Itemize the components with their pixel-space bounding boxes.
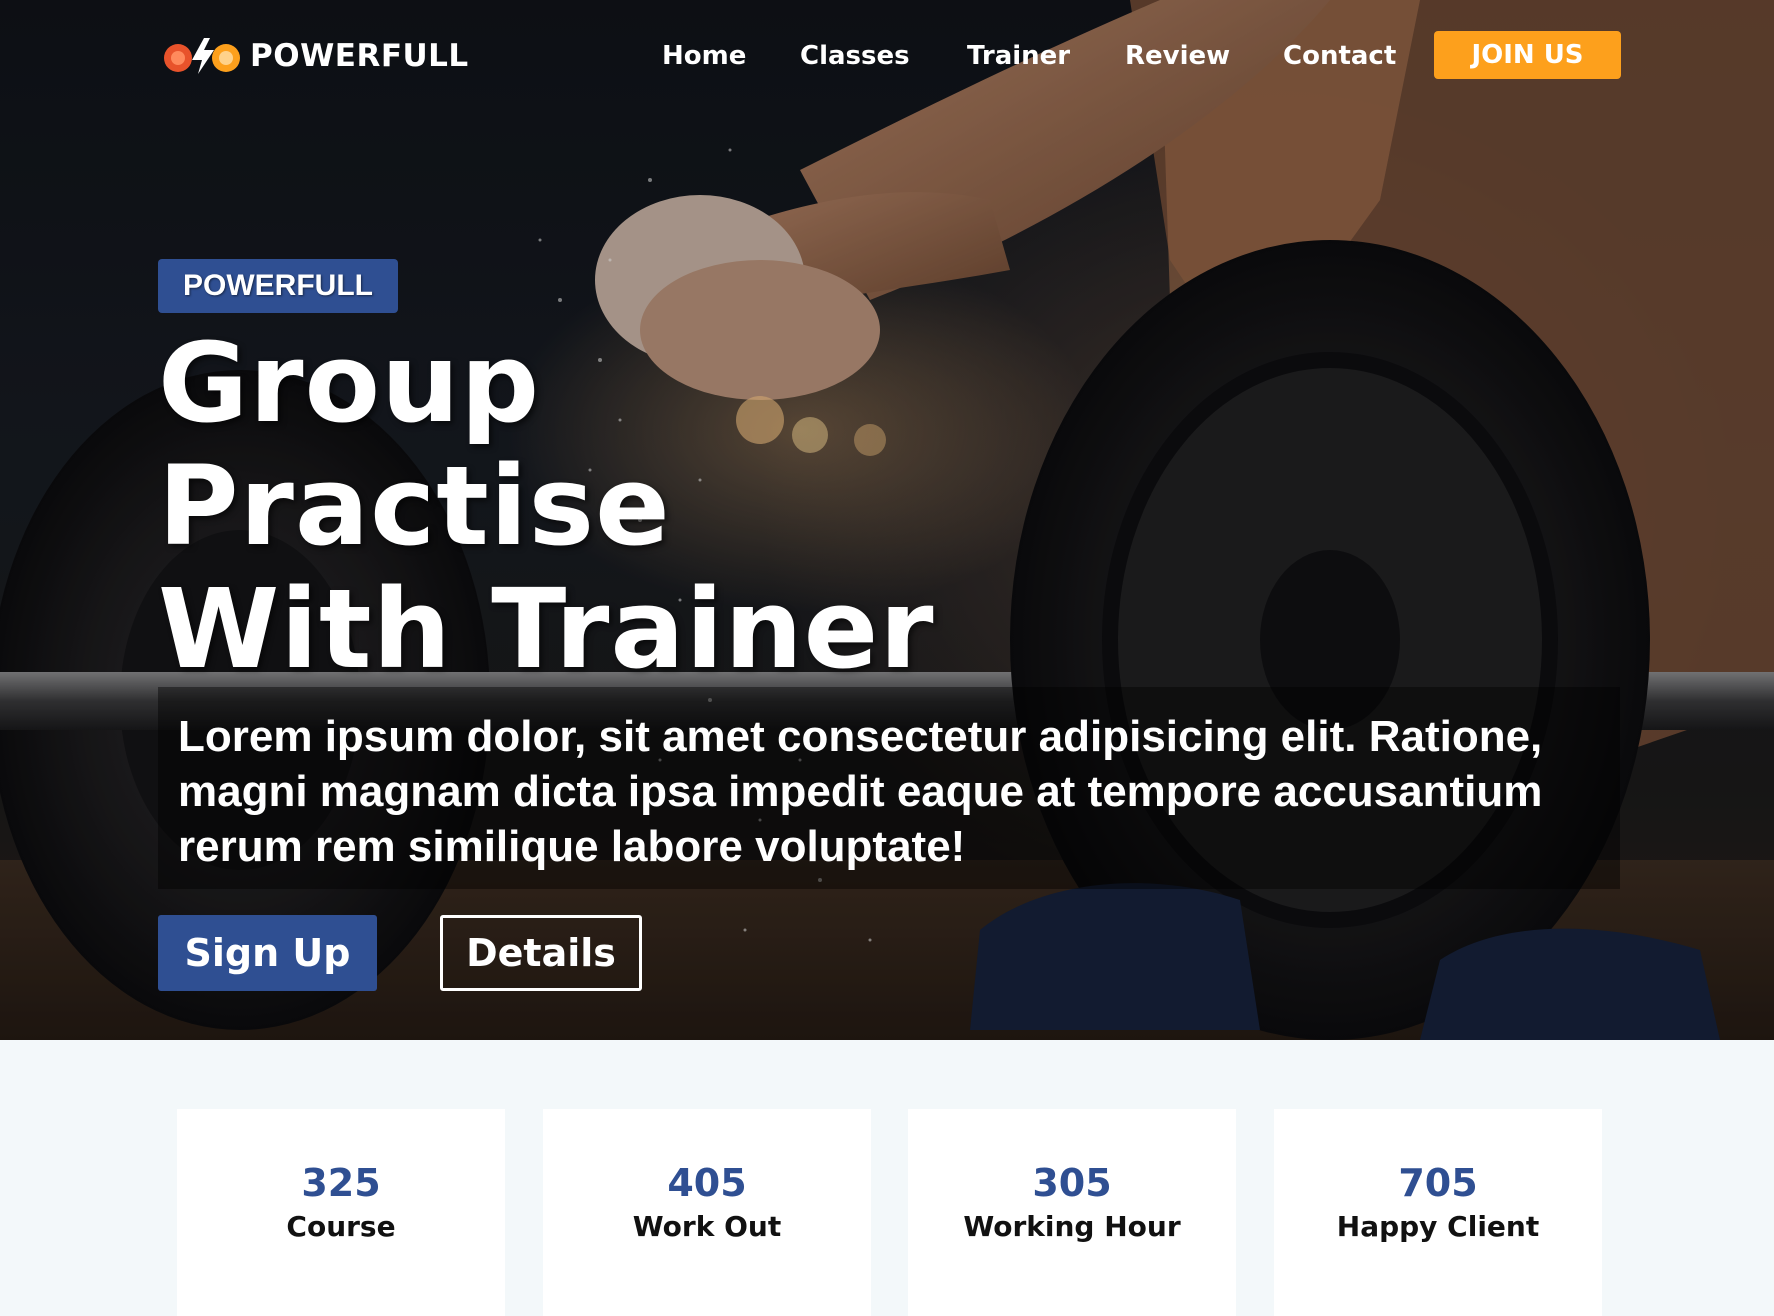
hero-badge: POWERFULL [158,259,398,313]
stats-section: 325 Course 405 Work Out 305 Working Hour… [0,1040,1774,1316]
headline-line-3: With Trainer [158,565,935,693]
join-us-button[interactable]: JOIN US [1434,31,1621,79]
sign-up-button[interactable]: Sign Up [158,915,377,991]
stat-card-working-hour: 305 Working Hour [908,1109,1236,1316]
hero-description-box: Lorem ipsum dolor, sit amet consectetur … [158,687,1620,889]
stat-label: Course [286,1210,396,1243]
stat-value: 305 [1032,1161,1112,1205]
dumbbell-bolt-logo-icon [160,36,244,76]
nav-link-trainer[interactable]: Trainer [967,36,1070,76]
stat-label: Working Hour [963,1210,1181,1243]
brand-logo[interactable]: POWERFULL [160,36,469,76]
nav-link-contact[interactable]: Contact [1283,36,1396,76]
stat-label: Work Out [632,1210,782,1243]
stat-card-work-out: 405 Work Out [543,1109,871,1316]
details-button[interactable]: Details [440,915,642,991]
nav-link-classes[interactable]: Classes [800,36,910,76]
headline-line-1: Group [158,319,541,447]
stat-value: 325 [301,1161,381,1205]
stat-value: 405 [667,1161,747,1205]
stat-value: 705 [1398,1161,1478,1205]
stat-label: Happy Client [1336,1210,1540,1243]
stat-card-course: 325 Course [177,1109,505,1316]
nav-link-review[interactable]: Review [1125,36,1230,76]
headline-line-2: Practise [158,442,671,570]
hero-section: POWERFULL Home Classes Trainer Review Co… [0,0,1774,1040]
hero-description: Lorem ipsum dolor, sit amet consectetur … [178,712,1543,871]
nav-link-home[interactable]: Home [662,36,746,76]
stat-card-happy-client: 705 Happy Client [1274,1109,1602,1316]
hero-headline: Group Practise With Trainer [158,322,1058,691]
brand-name: POWERFULL [250,38,469,74]
